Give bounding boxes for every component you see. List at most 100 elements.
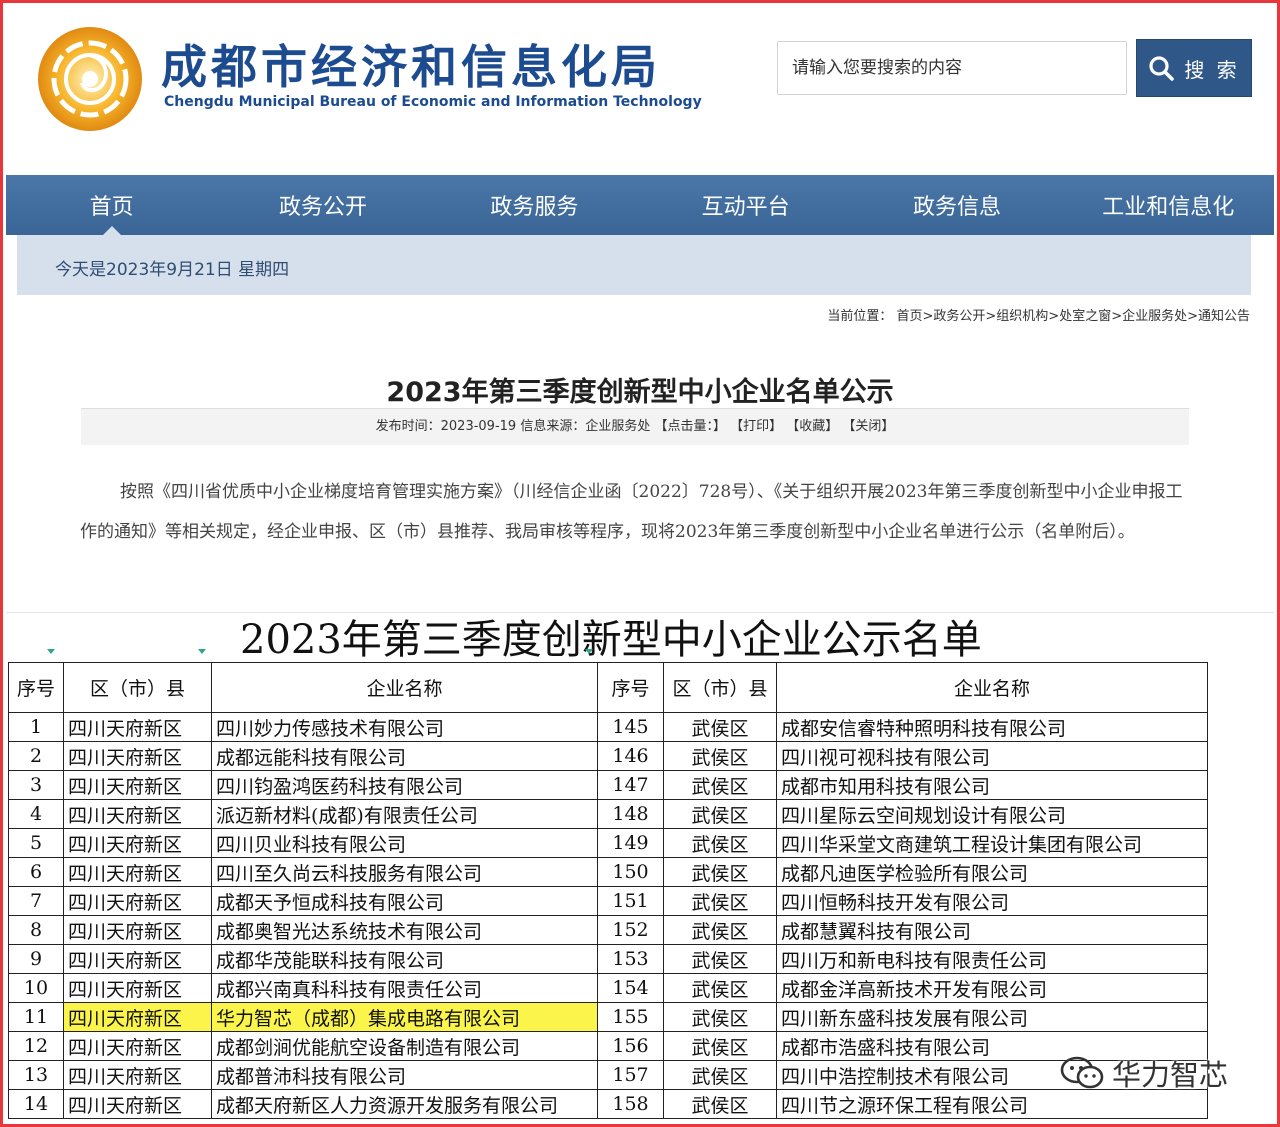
article-meta[interactable]: 发布时间：2023-09-19 信息来源：企业服务处 【点击量：】 【打印】 【… xyxy=(81,408,1189,445)
cell-seq: 156 xyxy=(597,1031,664,1061)
current-date: 今天是2023年9月21日 星期四 xyxy=(55,260,290,280)
cell-district: 武侯区 xyxy=(663,770,777,800)
cell-district: 武侯区 xyxy=(663,1031,777,1061)
nav-interaction-platform[interactable]: 互动平台 xyxy=(640,175,851,235)
cell-enterprise-name: 成都华茂能联科技有限公司 xyxy=(211,944,598,974)
article-body: 按照《四川省优质中小企业梯度培育管理实施方案》（川经信企业函〔2022〕728号… xyxy=(80,482,1183,542)
filter-dropdown-icon[interactable] xyxy=(584,648,594,656)
cell-district: 四川天府新区 xyxy=(63,915,212,945)
table-row: 4 四川天府新区 派迈新材料(成都)有限责任公司 148 武侯区 四川星际云空间规划设计有… xyxy=(8,799,1208,829)
header-name: 企业名称 xyxy=(211,662,598,713)
site-header: 成都市经济和信息化局 Chengdu Municipal Bureau of E… xyxy=(3,3,1277,175)
nav-government-services[interactable]: 政务服务 xyxy=(429,175,640,235)
main-nav: 首页 政务公开 政务服务 互动平台 政务信息 工业和信息化 xyxy=(6,175,1274,235)
article-title: 2023年第三季度创新型中小企业名单公示 xyxy=(386,377,894,408)
table-row: 14 四川天府新区 成都天府新区人力资源开发服务有限公司 158 武侯区 四川节之源环保工… xyxy=(8,1089,1208,1119)
header-seq: 序号 xyxy=(597,662,664,713)
cell-district: 武侯区 xyxy=(663,828,777,858)
cell-enterprise-name: 四川华采堂文商建筑工程设计集团有限公司 xyxy=(776,828,1208,858)
table-row: 1 四川天府新区 四川妙力传感技术有限公司 145 武侯区 成都安信睿特种照明科技有限公司 xyxy=(8,712,1208,742)
cell-district: 四川天府新区 xyxy=(63,828,212,858)
nav-government-information[interactable]: 政务信息 xyxy=(851,175,1062,235)
cell-district: 武侯区 xyxy=(663,973,777,1003)
header-name: 企业名称 xyxy=(776,662,1208,713)
cell-enterprise-name: 成都天府新区人力资源开发服务有限公司 xyxy=(211,1089,598,1119)
cell-seq: 1 xyxy=(8,712,64,742)
cell-seq: 149 xyxy=(597,828,664,858)
header-district: 区（市）县 xyxy=(63,662,212,713)
cell-enterprise-name: 成都天予恒成科技有限公司 xyxy=(211,886,598,916)
table-header-row: 序号 区（市）县 企业名称 序号 区（市）县 企业名称 xyxy=(8,662,1208,713)
table-row: 12 四川天府新区 成都剑涧优能航空设备制造有限公司 156 武侯区 成都市浩盛科技有限公… xyxy=(8,1031,1208,1061)
enterprise-list-table: 序号 区（市）县 企业名称 序号 区（市）县 企业名称 1 四川天府新区 四川妙力传… xyxy=(8,662,1208,1119)
site-subtitle: Chengdu Municipal Bureau of Economic and… xyxy=(164,94,702,110)
cell-enterprise-name: 派迈新材料(成都)有限责任公司 xyxy=(211,799,598,829)
cell-seq: 147 xyxy=(597,770,664,800)
cell-district: 四川天府新区 xyxy=(63,712,212,742)
filter-dropdown-icon[interactable] xyxy=(46,648,56,656)
search-button[interactable]: 搜 索 xyxy=(1136,39,1252,97)
cell-district: 武侯区 xyxy=(663,712,777,742)
cell-district: 武侯区 xyxy=(663,1002,777,1032)
cell-enterprise-name: 四川钧盈鸿医药科技有限公司 xyxy=(211,770,598,800)
cell-seq: 3 xyxy=(8,770,64,800)
search-icon xyxy=(1149,56,1175,81)
cell-district: 武侯区 xyxy=(663,1060,777,1090)
cell-enterprise-name: 成都远能科技有限公司 xyxy=(211,741,598,771)
cell-enterprise-name: 四川至久尚云科技服务有限公司 xyxy=(211,857,598,887)
cell-enterprise-name: 成都安信睿特种照明科技有限公司 xyxy=(776,712,1208,742)
cell-district: 四川天府新区 xyxy=(63,799,212,829)
cell-seq: 150 xyxy=(597,857,664,887)
table-row: 7 四川天府新区 成都天予恒成科技有限公司 151 武侯区 四川恒畅科技开发有限公司 xyxy=(8,886,1208,916)
cell-district: 武侯区 xyxy=(663,915,777,945)
table-row: 3 四川天府新区 四川钧盈鸿医药科技有限公司 147 武侯区 成都市知用科技有限公司 xyxy=(8,770,1208,800)
cell-enterprise-name: 四川星际云空间规划设计有限公司 xyxy=(776,799,1208,829)
table-row: 5 四川天府新区 四川贝业科技有限公司 149 武侯区 四川华采堂文商建筑工程设计集团有限… xyxy=(8,828,1208,858)
cell-enterprise-name: 四川万和新电科技有限责任公司 xyxy=(776,944,1208,974)
cell-seq: 7 xyxy=(8,886,64,916)
cell-district: 武侯区 xyxy=(663,857,777,887)
cell-seq: 157 xyxy=(597,1060,664,1090)
header-district: 区（市）县 xyxy=(663,662,777,713)
cell-district: 四川天府新区 xyxy=(63,1002,212,1032)
cell-district: 武侯区 xyxy=(663,944,777,974)
cell-district: 四川天府新区 xyxy=(63,770,212,800)
cell-district: 四川天府新区 xyxy=(63,886,212,916)
cell-enterprise-name: 成都市知用科技有限公司 xyxy=(776,770,1208,800)
cell-seq: 6 xyxy=(8,857,64,887)
cell-seq: 146 xyxy=(597,741,664,771)
header-seq: 序号 xyxy=(8,662,64,713)
cell-district: 四川天府新区 xyxy=(63,944,212,974)
cell-enterprise-name: 成都兴南真科科技有限责任公司 xyxy=(211,973,598,1003)
cell-seq: 4 xyxy=(8,799,64,829)
cell-enterprise-name: 华力智芯（成都）集成电路有限公司 xyxy=(211,1002,598,1032)
cell-enterprise-name: 成都普沛科技有限公司 xyxy=(211,1060,598,1090)
site-title: 成都市经济和信息化局 xyxy=(161,40,661,94)
cell-enterprise-name: 四川视可视科技有限公司 xyxy=(776,741,1208,771)
cell-seq: 152 xyxy=(597,915,664,945)
cell-district: 四川天府新区 xyxy=(63,1060,212,1090)
table-row: 6 四川天府新区 四川至久尚云科技服务有限公司 150 武侯区 成都凡迪医学检验所有限公司 xyxy=(8,857,1208,887)
cell-district: 四川天府新区 xyxy=(63,741,212,771)
cell-seq: 12 xyxy=(8,1031,64,1061)
cell-district: 四川天府新区 xyxy=(63,973,212,1003)
cell-seq: 8 xyxy=(8,915,64,945)
cell-enterprise-name: 成都凡迪医学检验所有限公司 xyxy=(776,857,1208,887)
breadcrumb[interactable]: 当前位置： 首页>政务公开>组织机构>处室之窗>企业服务处>通知公告 xyxy=(827,305,1250,324)
watermark-text: 华力智芯 xyxy=(1112,1058,1229,1092)
cell-district: 武侯区 xyxy=(663,886,777,916)
cell-seq: 155 xyxy=(597,1002,664,1032)
cell-seq: 158 xyxy=(597,1089,664,1119)
cell-seq: 14 xyxy=(8,1089,64,1119)
cell-seq: 13 xyxy=(8,1060,64,1090)
cell-seq: 10 xyxy=(8,973,64,1003)
filter-dropdown-icon[interactable] xyxy=(197,648,207,656)
cell-seq: 154 xyxy=(597,973,664,1003)
search-input[interactable] xyxy=(777,41,1127,95)
logo-sun-emblem-icon[interactable] xyxy=(36,25,144,133)
cell-seq: 11 xyxy=(8,1002,64,1032)
nav-government-affairs-disclosure[interactable]: 政务公开 xyxy=(217,175,428,235)
table-row: 13 四川天府新区 成都普沛科技有限公司 157 武侯区 四川中浩控制技术有限公司 xyxy=(8,1060,1208,1090)
nav-industry-informatization[interactable]: 工业和信息化 xyxy=(1063,175,1274,235)
nav-home[interactable]: 首页 xyxy=(6,175,217,235)
